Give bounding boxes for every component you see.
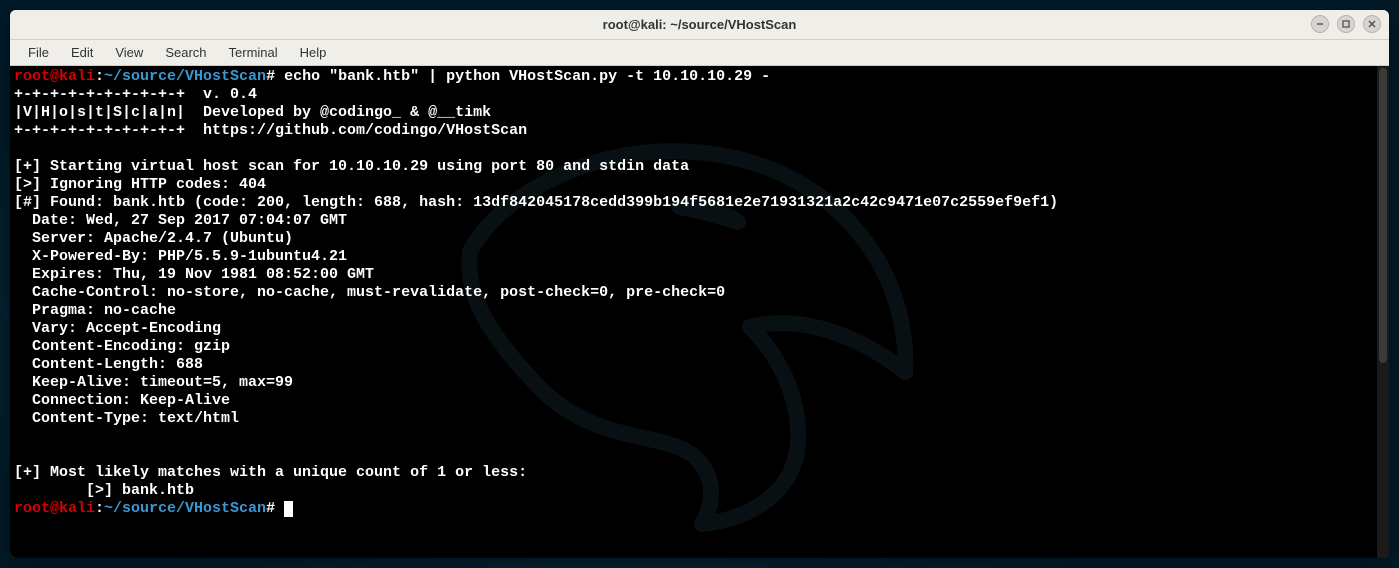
terminal-cursor [284,501,293,517]
out-pragma: Pragma: no-cache [14,302,176,319]
terminal-scrollbar[interactable] [1377,66,1389,558]
menubar: File Edit View Search Terminal Help [10,40,1389,66]
close-button[interactable] [1363,15,1381,33]
out-date: Date: Wed, 27 Sep 2017 07:04:07 GMT [14,212,347,229]
titlebar[interactable]: root@kali: ~/source/VHostScan [10,10,1389,40]
menu-search[interactable]: Search [155,42,216,63]
out-cl: Content-Length: 688 [14,356,203,373]
terminal-area[interactable]: root@kali:~/source/VHostScan# echo "bank… [10,66,1389,558]
maximize-button[interactable] [1337,15,1355,33]
out-xpb: X-Powered-By: PHP/5.5.9-1ubuntu4.21 [14,248,347,265]
menu-edit[interactable]: Edit [61,42,103,63]
out-vary: Vary: Accept-Encoding [14,320,221,337]
out-server: Server: Apache/2.4.7 (Ubuntu) [14,230,293,247]
prompt-sep: : [95,68,104,85]
out-cc: Cache-Control: no-store, no-cache, must-… [14,284,725,301]
minimize-button[interactable] [1311,15,1329,33]
out-matches: [+] Most likely matches with a unique co… [14,464,527,481]
prompt-path: ~/source/VHostScan [104,68,266,85]
minimize-icon [1315,19,1325,29]
menu-file[interactable]: File [18,42,59,63]
out-match1: [>] bank.htb [14,482,194,499]
banner-line-3: +-+-+-+-+-+-+-+-+-+ https://github.com/c… [14,122,527,139]
prompt-user: root@kali [14,68,95,85]
out-conn: Connection: Keep-Alive [14,392,230,409]
scrollbar-thumb[interactable] [1379,68,1387,363]
window-title: root@kali: ~/source/VHostScan [603,17,797,32]
banner-line-1: +-+-+-+-+-+-+-+-+-+ v. 0.4 [14,86,257,103]
menu-help[interactable]: Help [290,42,337,63]
out-ce: Content-Encoding: gzip [14,338,230,355]
window-controls [1311,15,1381,33]
prompt2-user: root@kali [14,500,95,517]
out-start: [+] Starting virtual host scan for 10.10… [14,158,689,175]
command-text: echo "bank.htb" | python VHostScan.py -t… [275,68,770,85]
out-exp: Expires: Thu, 19 Nov 1981 08:52:00 GMT [14,266,374,283]
menu-terminal[interactable]: Terminal [219,42,288,63]
out-ct: Content-Type: text/html [14,410,239,427]
menu-view[interactable]: View [105,42,153,63]
terminal-output[interactable]: root@kali:~/source/VHostScan# echo "bank… [10,66,1389,520]
maximize-icon [1341,19,1351,29]
prompt2-hash: # [266,500,275,517]
close-icon [1367,19,1377,29]
out-ignoring: [>] Ignoring HTTP codes: 404 [14,176,266,193]
prompt2-path: ~/source/VHostScan [104,500,266,517]
terminal-window: root@kali: ~/source/VHostScan File Edit … [10,10,1389,558]
prompt2-sep: : [95,500,104,517]
out-found: [#] Found: bank.htb (code: 200, length: … [14,194,1058,211]
prompt-hash: # [266,68,275,85]
out-ka: Keep-Alive: timeout=5, max=99 [14,374,293,391]
banner-line-2: |V|H|o|s|t|S|c|a|n| Developed by @coding… [14,104,491,121]
